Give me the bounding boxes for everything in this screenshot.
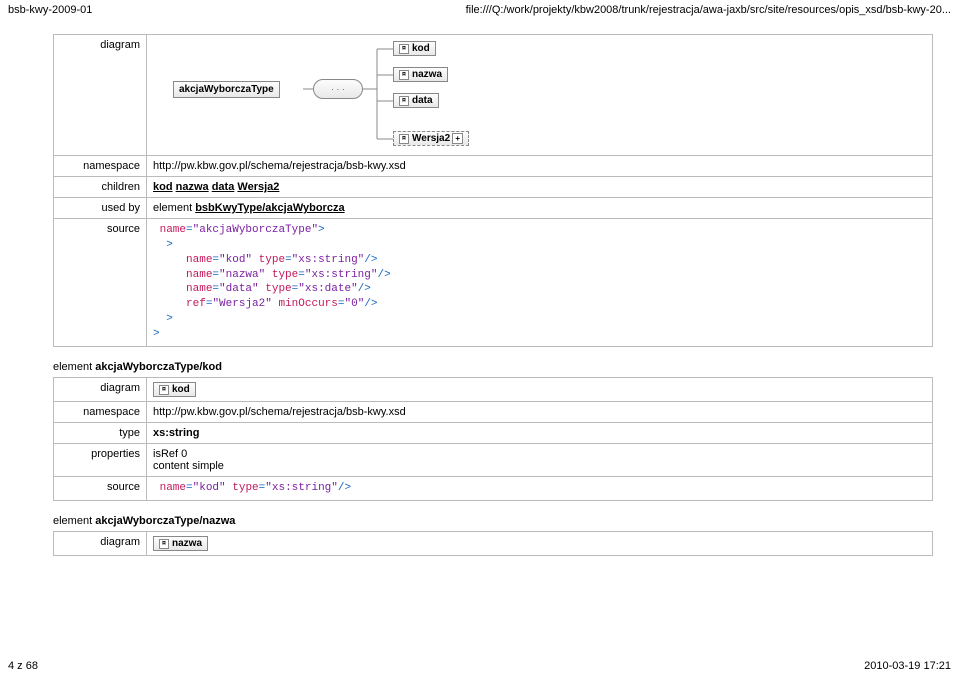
complextype-table: diagram akcjaWyborczaType · · · ¤kod	[53, 34, 933, 347]
page-footer: 4 z 68 2010-03-19 17:21	[8, 660, 951, 672]
attr-corner-icon: ¤	[159, 539, 169, 549]
row-label-namespace: namespace	[54, 401, 147, 422]
element2-table: diagram ¤kod namespace http://pw.kbw.gov…	[53, 377, 933, 501]
row-label-children: children	[54, 177, 147, 198]
element2-title: element akcjaWyborczaType/kod	[53, 361, 951, 373]
page-header: bsb-kwy-2009-01 file:///Q:/work/projekty…	[8, 4, 951, 16]
diagram-cell: ¤kod	[147, 377, 933, 401]
child-link-kod[interactable]: kod	[153, 181, 173, 193]
diagram-leaf-kod: ¤kod	[393, 41, 436, 56]
sequence-icon: · · ·	[313, 79, 363, 99]
namespace-value: http://pw.kbw.gov.pl/schema/rejestracja/…	[147, 156, 933, 177]
row-label-diagram: diagram	[54, 377, 147, 401]
diagram-leaf-data: ¤data	[393, 93, 439, 108]
header-left: bsb-kwy-2009-01	[8, 4, 92, 16]
attr-corner-icon: ¤	[399, 134, 409, 144]
child-link-wersja2[interactable]: Wersja2	[237, 181, 279, 193]
child-link-nazwa[interactable]: nazwa	[176, 181, 209, 193]
type-value: xs:string	[147, 422, 933, 443]
child-link-data[interactable]: data	[212, 181, 235, 193]
footer-left: 4 z 68	[8, 660, 38, 672]
row-label-source: source	[54, 476, 147, 500]
attr-corner-icon: ¤	[399, 44, 409, 54]
source-value: name="akcjaWyborczaType"> > name="kod" t…	[147, 219, 933, 347]
row-label-type: type	[54, 422, 147, 443]
diagram-leaf-kod: ¤kod	[153, 382, 196, 397]
namespace-value: http://pw.kbw.gov.pl/schema/rejestracja/…	[147, 401, 933, 422]
attr-corner-icon: ¤	[399, 70, 409, 80]
properties-value: isRef 0 content simple	[147, 443, 933, 476]
diagram-cell: akcjaWyborczaType · · · ¤kod ¤nazwa ¤dat…	[147, 35, 933, 156]
row-label-namespace: namespace	[54, 156, 147, 177]
children-value: kod nazwa data Wersja2	[147, 177, 933, 198]
row-label-source: source	[54, 219, 147, 347]
usedby-link[interactable]: bsbKwyType/akcjaWyborcza	[195, 202, 344, 214]
usedby-value: element bsbKwyType/akcjaWyborcza	[147, 198, 933, 219]
element3-table: diagram ¤nazwa	[53, 531, 933, 556]
attr-corner-icon: ¤	[399, 96, 409, 106]
attr-corner-icon: ¤	[159, 385, 169, 395]
diagram-cell: ¤nazwa	[147, 531, 933, 555]
row-label-diagram: diagram	[54, 35, 147, 156]
diagram-root: akcjaWyborczaType	[173, 81, 280, 98]
row-label-properties: properties	[54, 443, 147, 476]
source-value: name="kod" type="xs:string"/>	[147, 476, 933, 500]
expand-icon[interactable]: +	[452, 133, 463, 144]
element3-title: element akcjaWyborczaType/nazwa	[53, 515, 951, 527]
header-right: file:///Q:/work/projekty/kbw2008/trunk/r…	[466, 4, 951, 16]
diagram-leaf-nazwa: ¤nazwa	[153, 536, 208, 551]
diagram-leaf-wersja2: ¤Wersja2+	[393, 131, 469, 146]
row-label-diagram: diagram	[54, 531, 147, 555]
footer-right: 2010-03-19 17:21	[864, 660, 951, 672]
row-label-usedby: used by	[54, 198, 147, 219]
diagram-leaf-nazwa: ¤nazwa	[393, 67, 448, 82]
